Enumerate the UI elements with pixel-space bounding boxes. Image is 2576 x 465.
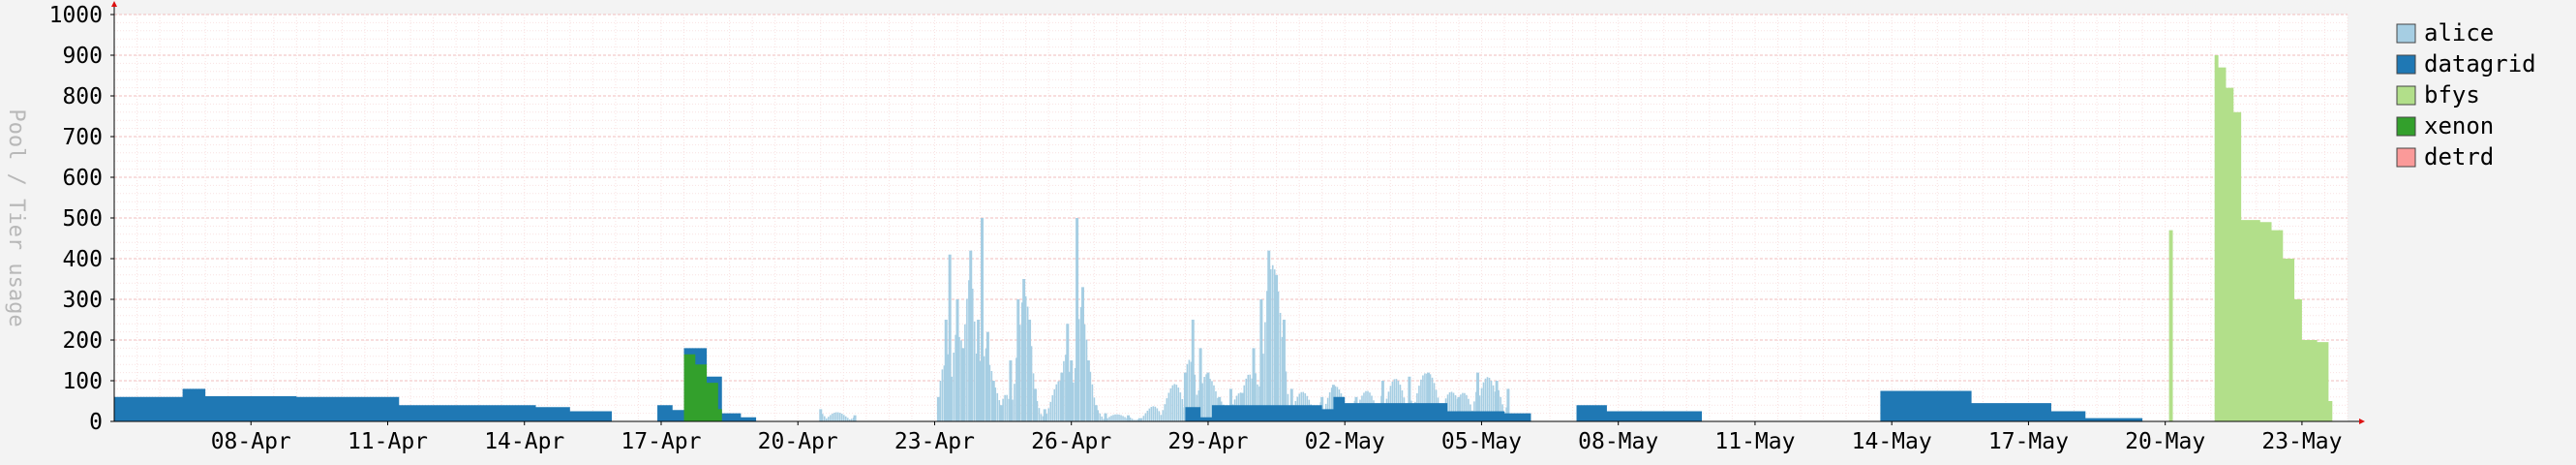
legend: alice datagrid bfys xenon detrd	[2396, 19, 2536, 170]
y-tick-label: 500	[62, 206, 103, 232]
legend-label: xenon	[2424, 112, 2494, 140]
legend-swatch	[2396, 23, 2416, 44]
legend-item-bfys: bfys	[2396, 81, 2480, 108]
x-tick-label: 08-May	[1578, 429, 1658, 454]
legend-swatch	[2396, 85, 2416, 106]
legend-swatch	[2396, 116, 2416, 137]
x-axis-arrow	[2359, 418, 2365, 424]
legend-swatch	[2396, 147, 2416, 168]
y-tick-label: 900	[62, 44, 103, 69]
legend-label: datagrid	[2424, 50, 2536, 78]
x-tick-label: 11-Apr	[348, 429, 428, 454]
x-tick-label: 23-May	[2261, 429, 2342, 454]
legend-item-detrd: detrd	[2396, 143, 2494, 170]
chart-frame: 08-Apr 11-Apr 14-Apr 17-Apr 20-Apr 23-Apr 26-A…	[4, 1, 2536, 454]
legend-item-xenon: xenon	[2396, 112, 2494, 140]
x-tick-label: 05-May	[1441, 429, 1522, 454]
y-axis-arrow	[111, 1, 117, 7]
y-axis-label: Pool / Tier usage	[4, 108, 28, 326]
legend-swatch	[2396, 54, 2416, 75]
x-tick-label: 29-Apr	[1167, 429, 1248, 454]
y-tick-label: 600	[62, 166, 103, 191]
x-tick-label: 11-May	[1714, 429, 1795, 454]
y-tick-label: 700	[62, 125, 103, 150]
legend-item-alice: alice	[2396, 19, 2494, 46]
y-tick-label: 300	[62, 288, 103, 313]
y-tick-label: 100	[62, 369, 103, 394]
x-tick-label: 26-Apr	[1031, 429, 1111, 454]
x-tick-label: 08-Apr	[211, 429, 291, 454]
x-tick-label: 17-Apr	[621, 429, 701, 454]
y-tick-label: 0	[89, 410, 103, 435]
x-tick-label: 14-May	[1852, 429, 1932, 454]
y-tick-label: 1000	[49, 3, 103, 28]
x-tick-label: 20-Apr	[758, 429, 838, 454]
x-tick-label: 14-Apr	[484, 429, 564, 454]
legend-label: detrd	[2424, 143, 2494, 170]
x-tick-label: 02-May	[1305, 429, 1385, 454]
legend-label: bfys	[2424, 81, 2480, 108]
x-tick-label: 20-May	[2125, 429, 2205, 454]
legend-item-datagrid: datagrid	[2396, 50, 2536, 78]
x-tick-label: 17-May	[1988, 429, 2069, 454]
legend-label: alice	[2424, 19, 2494, 46]
y-tick-label: 800	[62, 84, 103, 109]
y-tick-label: 400	[62, 247, 103, 272]
y-tick-label: 200	[62, 328, 103, 354]
x-tick-label: 23-Apr	[894, 429, 975, 454]
